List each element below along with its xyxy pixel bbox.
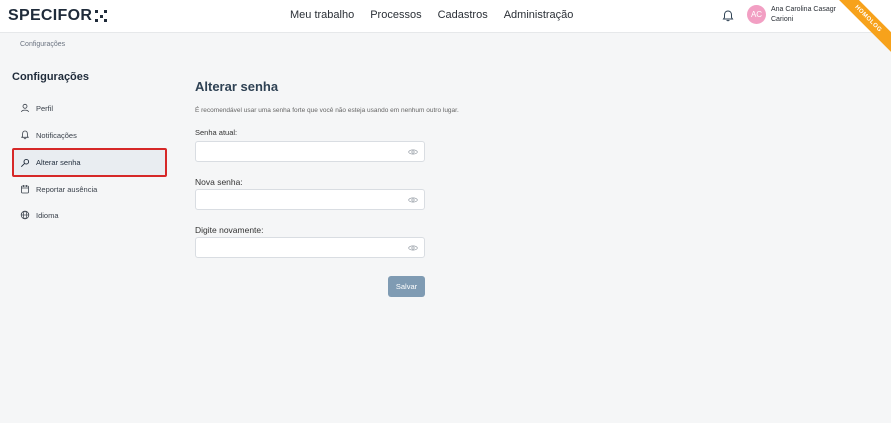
current-password-label: Senha atual: — [195, 128, 238, 137]
confirm-password-input[interactable] — [196, 239, 424, 258]
confirm-password-label: Digite novamente: — [195, 225, 264, 235]
env-ribbon-label: HOMOLOG — [831, 0, 891, 56]
main-nav: Meu trabalho Processos Cadastros Adminis… — [290, 9, 573, 21]
current-password-input[interactable] — [196, 143, 424, 162]
show-password-icon[interactable] — [408, 244, 418, 252]
current-password-field — [195, 141, 425, 162]
nav-cadastros[interactable]: Cadastros — [438, 9, 488, 21]
logo-dots-icon — [95, 10, 108, 22]
nav-meu-trabalho[interactable]: Meu trabalho — [290, 9, 354, 21]
env-ribbon: HOMOLOG — [831, 0, 891, 60]
logo[interactable]: SPECIFOR — [8, 7, 108, 25]
sidebar-item-label: Idioma — [36, 210, 59, 220]
sidebar-item-perfil[interactable]: Perfil — [12, 95, 167, 121]
user-icon — [21, 103, 29, 113]
calendar-icon — [21, 185, 29, 194]
confirm-password-field — [195, 237, 425, 258]
sidebar-item-label: Notificações — [36, 130, 77, 140]
sidebar-item-label: Alterar senha — [36, 158, 81, 167]
sidebar-item-reportar-ausencia[interactable]: Reportar ausência — [12, 176, 167, 202]
page-title: Alterar senha — [195, 79, 279, 94]
save-button[interactable]: Salvar — [388, 276, 425, 297]
sidebar-title: Configurações — [12, 71, 90, 83]
sidebar-item-label: Reportar ausência — [36, 184, 98, 194]
top-bar: SPECIFOR Meu trabalho Processos Cadastro… — [0, 0, 891, 56]
nav-administracao[interactable]: Administração — [504, 9, 574, 21]
sidebar-item-idioma[interactable]: Idioma — [12, 202, 167, 228]
new-password-field — [195, 189, 425, 210]
avatar[interactable]: AC — [747, 5, 766, 24]
bell-icon — [21, 130, 29, 140]
breadcrumb[interactable]: Configurações — [20, 41, 65, 48]
key-icon — [20, 158, 30, 167]
nav-processos[interactable]: Processos — [370, 9, 421, 21]
avatar-initials: AC — [750, 10, 763, 19]
sidebar-item-alterar-senha[interactable]: Alterar senha — [12, 148, 167, 177]
show-password-icon[interactable] — [408, 196, 418, 204]
globe-icon — [20, 210, 30, 220]
new-password-label: Nova senha: — [195, 177, 243, 187]
sidebar-item-notificacoes[interactable]: Notificações — [12, 122, 167, 148]
new-password-input[interactable] — [196, 191, 424, 210]
show-password-icon[interactable] — [408, 148, 418, 156]
logo-text: SPECIFOR — [8, 7, 93, 24]
notification-bell-icon[interactable] — [721, 9, 735, 23]
password-hint: É recomendável usar uma senha forte que … — [195, 107, 459, 114]
sidebar-item-label: Perfil — [36, 103, 54, 113]
